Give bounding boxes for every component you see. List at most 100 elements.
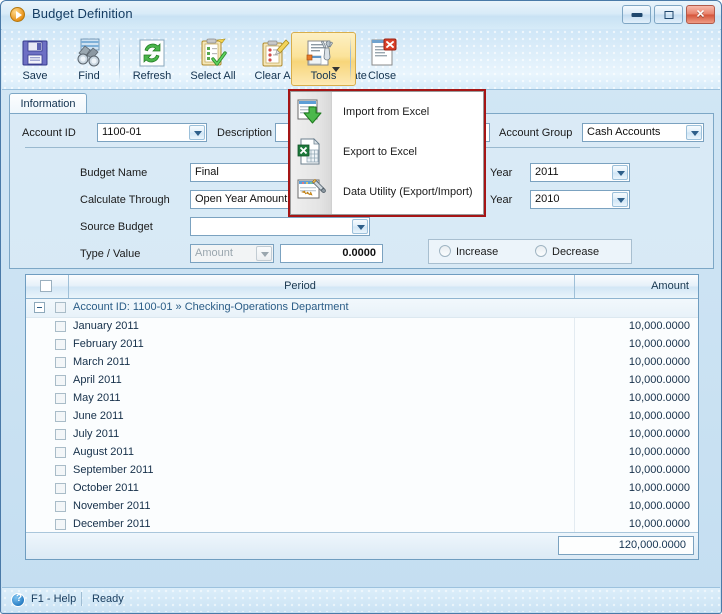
status-bar: F1 - Help Ready (2, 587, 720, 612)
toolbar-separator-1 (119, 37, 120, 81)
increase-radio[interactable] (439, 245, 451, 257)
row-period: March 2011 (73, 356, 131, 368)
chevron-down-icon[interactable] (352, 219, 368, 234)
status-help-label[interactable]: F1 - Help (31, 593, 76, 605)
minimize-button[interactable] (622, 5, 651, 24)
column-header-period[interactable]: Period (26, 275, 574, 298)
chevron-down-icon[interactable] (612, 165, 628, 180)
toolbar-separator-3 (350, 37, 351, 81)
title-bar: Budget Definition ✕ (1, 1, 721, 30)
toolbar-label: Find (78, 70, 100, 82)
chevron-down-icon[interactable] (612, 192, 628, 207)
toolbar-label: Save (22, 70, 48, 82)
grid-total-amount: 120,000.0000 (558, 536, 694, 555)
row-checkbox[interactable] (55, 501, 66, 512)
column-header-amount[interactable]: Amount (651, 275, 689, 298)
budget-name-label: Budget Name (80, 167, 148, 179)
row-period: December 2011 (73, 518, 151, 530)
row-checkbox[interactable] (55, 321, 66, 332)
budget-year-label: Year (490, 167, 513, 179)
table-row[interactable]: October 2011 10,000.0000 (26, 480, 698, 498)
chevron-down-icon[interactable] (189, 125, 205, 140)
toolbar-label: Close (367, 70, 397, 82)
toolbar-button-select-all[interactable]: Select All (182, 32, 244, 86)
account-group-combo[interactable]: Cash Accounts (582, 123, 704, 142)
row-divider (574, 480, 575, 498)
type-combo[interactable]: Amount (190, 244, 274, 263)
row-period: July 2011 (73, 428, 120, 440)
row-amount: 10,000.0000 (628, 320, 690, 332)
export-excel-icon (296, 137, 326, 167)
row-period: August 2011 (73, 446, 134, 458)
account-group-value: Cash Accounts (587, 126, 661, 138)
status-divider (81, 592, 82, 606)
row-checkbox[interactable] (55, 519, 66, 530)
status-state-label: Ready (92, 593, 124, 605)
table-row[interactable]: June 2011 10,000.0000 (26, 408, 698, 426)
toolbar-button-find[interactable]: Find (64, 32, 114, 86)
row-checkbox[interactable] (55, 393, 66, 404)
toolbar-label: Refresh (132, 70, 172, 82)
row-checkbox[interactable] (55, 357, 66, 368)
expand-collapse-icon[interactable] (34, 302, 45, 313)
table-row[interactable]: August 2011 10,000.0000 (26, 444, 698, 462)
close-button[interactable]: ✕ (686, 5, 715, 24)
menu-item-label: Import from Excel (343, 106, 430, 118)
account-id-value: 1100-01 (102, 126, 142, 138)
table-row[interactable]: September 2011 10,000.0000 (26, 462, 698, 480)
row-checkbox[interactable] (55, 339, 66, 350)
budget-year-value: 2011 (535, 166, 559, 178)
group-checkbox[interactable] (55, 302, 66, 313)
row-checkbox[interactable] (55, 375, 66, 386)
row-checkbox[interactable] (55, 483, 66, 494)
table-row[interactable]: February 2011 10,000.0000 (26, 336, 698, 354)
row-checkbox[interactable] (55, 411, 66, 422)
tab-information[interactable]: Information (9, 93, 87, 114)
table-row[interactable]: November 2011 10,000.0000 (26, 498, 698, 516)
row-checkbox[interactable] (55, 447, 66, 458)
grid-group-row[interactable]: Account ID: 1100-01 » Checking-Operation… (26, 299, 698, 318)
calculate-through-label: Calculate Through (80, 194, 170, 206)
tools-dropdown-menu: Import from Excel Export to Excel Data U… (290, 91, 484, 215)
value-amount-field[interactable]: 0.0000 (280, 244, 383, 263)
menu-item-data-utility[interactable]: Data Utility (Export/Import) (291, 173, 483, 213)
row-divider (574, 408, 575, 426)
row-divider (574, 444, 575, 462)
help-icon[interactable] (11, 593, 25, 607)
table-row[interactable]: January 2011 10,000.0000 (26, 318, 698, 336)
maximize-button[interactable] (654, 5, 683, 24)
menu-item-export-to-excel[interactable]: Export to Excel (291, 133, 483, 173)
account-group-label: Account Group (499, 127, 573, 139)
toolbar-label: Select All (190, 70, 236, 82)
budget-definition-window: Budget Definition ✕ Save Find Refresh Se… (0, 0, 722, 614)
toolbar-button-close[interactable]: Close (354, 32, 410, 86)
chevron-down-icon[interactable] (332, 67, 340, 72)
toolbar-button-save[interactable]: Save (10, 32, 60, 86)
table-row[interactable]: May 2011 10,000.0000 (26, 390, 698, 408)
row-period: January 2011 (73, 320, 139, 332)
menu-item-import-from-excel[interactable]: Import from Excel (291, 93, 483, 133)
floppy-disk-icon (19, 37, 51, 69)
base-year-label: Year (490, 194, 513, 206)
account-id-label: Account ID (22, 127, 76, 139)
chevron-down-icon[interactable] (686, 125, 702, 140)
toolbar: Save Find Refresh Select All Clear All T… (2, 29, 720, 90)
refresh-arrows-icon (136, 37, 168, 69)
chevron-down-icon[interactable] (256, 246, 272, 261)
table-row[interactable]: April 2011 10,000.0000 (26, 372, 698, 390)
menu-item-label: Data Utility (Export/Import) (343, 186, 473, 198)
source-budget-combo[interactable] (190, 217, 370, 236)
row-checkbox[interactable] (55, 465, 66, 476)
row-divider (574, 462, 575, 480)
toolbar-button-refresh[interactable]: Refresh (125, 32, 179, 86)
row-checkbox[interactable] (55, 429, 66, 440)
toolbar-button-tools[interactable]: Tools (291, 32, 356, 86)
budget-year-combo[interactable]: 2011 (530, 163, 630, 182)
table-row[interactable]: July 2011 10,000.0000 (26, 426, 698, 444)
decrease-radio[interactable] (535, 245, 547, 257)
increase-label: Increase (456, 246, 499, 258)
account-id-combo[interactable]: 1100-01 (97, 123, 207, 142)
base-year-combo[interactable]: 2010 (530, 190, 630, 209)
table-row[interactable]: March 2011 10,000.0000 (26, 354, 698, 372)
minimize-icon (631, 12, 642, 17)
